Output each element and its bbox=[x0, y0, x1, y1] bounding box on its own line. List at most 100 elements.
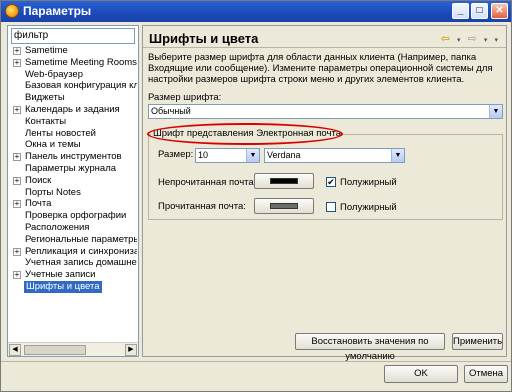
tree-item-label: Расположения bbox=[25, 221, 90, 233]
scroll-right-icon[interactable]: ▶ bbox=[125, 344, 137, 356]
tree-item[interactable]: + Sametime bbox=[9, 45, 137, 57]
unread-mail-label: Непрочитанная почта: bbox=[158, 177, 257, 188]
font-family-select[interactable]: Verdana ▼ bbox=[264, 148, 405, 163]
tree-item[interactable]: Контакты bbox=[9, 116, 137, 128]
tree-item[interactable]: + Sametime Meeting Rooms bbox=[9, 57, 137, 69]
history-navigation: ⇦ ▾ ⇨ ▾ ▾ bbox=[437, 32, 498, 45]
font-size-select[interactable]: Обычный ▼ bbox=[148, 104, 503, 119]
font-size-value: Обычный bbox=[151, 106, 191, 116]
tree-item[interactable]: + Панель инструментов bbox=[9, 151, 137, 163]
forward-arrow-icon[interactable]: ⇨ bbox=[468, 32, 477, 45]
back-dropdown-icon[interactable]: ▾ bbox=[457, 36, 461, 44]
tree-item[interactable]: Ленты новостей bbox=[9, 128, 137, 140]
expand-icon[interactable]: + bbox=[13, 247, 21, 256]
tree-item-label: Почта bbox=[25, 198, 52, 210]
tree-item[interactable]: + Поиск bbox=[9, 175, 137, 187]
tree-item-label: Порты Notes bbox=[25, 186, 81, 198]
chevron-down-icon[interactable]: ▼ bbox=[489, 105, 502, 118]
tree-item[interactable]: Порты Notes bbox=[9, 187, 137, 199]
tree-item-label: Шрифты и цвета bbox=[24, 280, 102, 293]
read-color-swatch bbox=[270, 203, 298, 209]
footer-divider bbox=[1, 361, 511, 362]
tree-item-label: Поиск bbox=[25, 174, 52, 186]
tree-item-label: Параметры журнала bbox=[25, 162, 117, 174]
tree-item[interactable]: Виджеты bbox=[9, 92, 137, 104]
page-title: Шрифты и цвета bbox=[149, 31, 259, 46]
expand-icon[interactable]: + bbox=[13, 176, 21, 185]
expand-icon[interactable]: + bbox=[13, 271, 21, 280]
tree-item-label: Виджеты bbox=[25, 92, 65, 104]
tree-item-label: Учетная запись домашнего п bbox=[25, 257, 137, 269]
expand-icon[interactable]: + bbox=[13, 200, 21, 209]
tree-item-label: Окна и темы bbox=[25, 139, 81, 151]
menu-dropdown-icon[interactable]: ▾ bbox=[494, 36, 498, 44]
unread-bold-label: Полужирный bbox=[340, 177, 397, 188]
expand-icon[interactable]: + bbox=[13, 153, 21, 162]
size-select[interactable]: 10 ▼ bbox=[195, 148, 260, 163]
back-arrow-icon[interactable]: ⇦ bbox=[441, 32, 450, 45]
tree-item[interactable]: Окна и темы bbox=[9, 139, 137, 151]
unread-color-button[interactable] bbox=[254, 173, 314, 189]
unread-bold-checkbox[interactable]: ✔ bbox=[326, 177, 336, 187]
close-button[interactable]: ✕ bbox=[491, 3, 508, 19]
read-mail-label: Прочитанная почта: bbox=[158, 201, 246, 212]
tree-item-label: Sametime Meeting Rooms bbox=[25, 56, 137, 68]
highlight-ellipse bbox=[147, 123, 343, 145]
tree-item-label: Учетные записи bbox=[25, 269, 96, 281]
scroll-thumb[interactable] bbox=[24, 345, 86, 355]
tree-item[interactable]: + Репликация и синхронизация bbox=[9, 246, 137, 258]
forward-dropdown-icon[interactable]: ▾ bbox=[484, 36, 488, 44]
expand-icon[interactable]: + bbox=[13, 58, 21, 67]
minimize-button[interactable]: _ bbox=[452, 3, 469, 19]
read-bold-checkbox[interactable] bbox=[326, 202, 336, 212]
cancel-button[interactable]: Отмена bbox=[464, 365, 508, 383]
font-family-value: Verdana bbox=[267, 150, 301, 160]
title-bar[interactable]: Параметры _ □ ✕ bbox=[1, 1, 511, 22]
unread-color-swatch bbox=[270, 178, 298, 184]
expand-icon[interactable]: + bbox=[13, 47, 21, 55]
tree-item[interactable]: Региональные параметры bbox=[9, 234, 137, 246]
tree-item[interactable]: + Почта bbox=[9, 198, 137, 210]
tree-item[interactable]: + Календарь и задания bbox=[9, 104, 137, 116]
window-title: Параметры bbox=[23, 4, 92, 18]
size-label: Размер: bbox=[158, 149, 194, 160]
preferences-window: Параметры _ □ ✕ фильтр + Sametime + Sametim… bbox=[0, 0, 512, 392]
tree-item-label: Sametime bbox=[25, 45, 68, 56]
tree-item-label: Репликация и синхронизация bbox=[25, 245, 137, 257]
tree-horizontal-scrollbar[interactable]: ◀ ▶ bbox=[8, 342, 138, 356]
font-size-label: Размер шрифта: bbox=[148, 92, 222, 103]
expand-icon[interactable]: + bbox=[13, 105, 21, 114]
read-bold-label: Полужирный bbox=[340, 202, 397, 213]
tree-item-label: Ленты новостей bbox=[25, 127, 96, 139]
maximize-button[interactable]: □ bbox=[471, 3, 488, 19]
tree-item[interactable]: Параметры журнала bbox=[9, 163, 137, 175]
preferences-tree: + Sametime + Sametime Meeting Rooms Web-брау… bbox=[9, 45, 137, 341]
tree-item-label: Web-браузер bbox=[25, 68, 83, 80]
tree-item[interactable]: Учетная запись домашнего п bbox=[9, 257, 137, 269]
title-divider bbox=[143, 47, 506, 48]
tree-item[interactable]: Шрифты и цвета bbox=[9, 280, 137, 293]
restore-defaults-button[interactable]: Восстановить значения по умолчанию bbox=[295, 333, 445, 362]
tree-item-label: Календарь и задания bbox=[25, 103, 120, 115]
settings-panel: Шрифты и цвета ⇦ ▾ ⇨ ▾ ▾ Выберите размер… bbox=[142, 25, 507, 362]
read-color-button[interactable] bbox=[254, 198, 314, 214]
size-value: 10 bbox=[198, 150, 209, 160]
tree-item-label: Контакты bbox=[25, 115, 67, 127]
tree-item[interactable]: Базовая конфигурация клиен bbox=[9, 80, 137, 92]
tree-item-label: Региональные параметры bbox=[25, 233, 137, 245]
tree-item[interactable]: Расположения bbox=[9, 222, 137, 234]
chevron-down-icon[interactable]: ▼ bbox=[246, 149, 259, 162]
tree-item[interactable]: Web-браузер bbox=[9, 69, 137, 81]
app-icon bbox=[5, 4, 19, 18]
scroll-left-icon[interactable]: ◀ bbox=[9, 344, 21, 356]
tree-item-label: Проверка орфографии bbox=[25, 210, 127, 222]
apply-button[interactable]: Применить bbox=[452, 333, 503, 350]
filter-input[interactable]: фильтр bbox=[11, 28, 135, 44]
chevron-down-icon[interactable]: ▼ bbox=[391, 149, 404, 162]
tree-item[interactable]: + Учетные записи bbox=[9, 269, 137, 281]
ok-button[interactable]: OK bbox=[384, 365, 458, 383]
tree-item[interactable]: Проверка орфографии bbox=[9, 210, 137, 222]
description-text: Выберите размер шрифта для области данны… bbox=[148, 52, 493, 85]
tree-item-label: Базовая конфигурация клиен bbox=[25, 80, 137, 92]
tree-item-label: Панель инструментов bbox=[25, 151, 122, 163]
